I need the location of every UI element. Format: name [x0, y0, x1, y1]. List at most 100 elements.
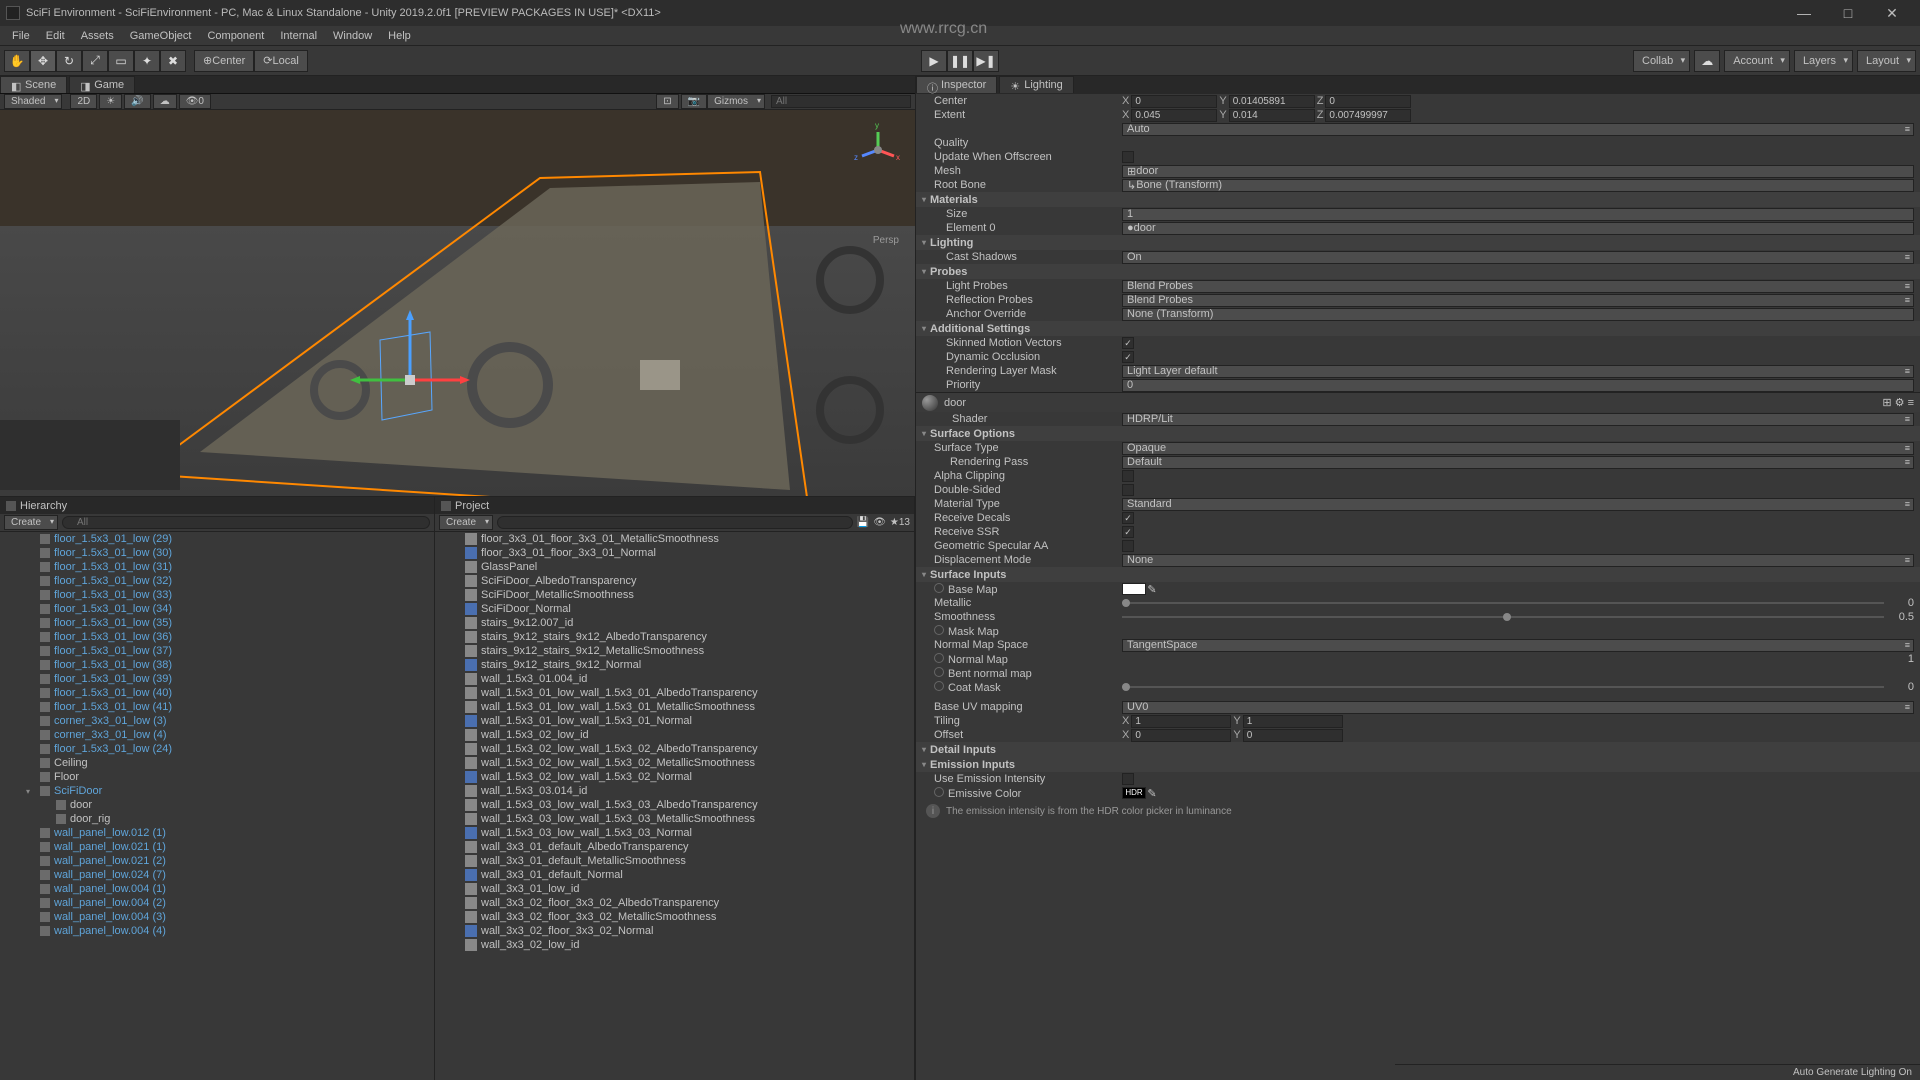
project-vis-icon[interactable]: 👁: [873, 517, 886, 528]
center-z[interactable]: [1325, 95, 1411, 108]
offset-y[interactable]: [1243, 729, 1343, 742]
hierarchy-row[interactable]: floor_1.5x3_01_low (37): [0, 644, 434, 658]
size-field[interactable]: 1: [1122, 208, 1914, 221]
eyedropper-icon[interactable]: ✎: [1146, 583, 1158, 595]
hierarchy-row[interactable]: Ceiling: [0, 756, 434, 770]
menu-assets[interactable]: Assets: [73, 28, 122, 44]
coat-mask-radio[interactable]: [934, 681, 944, 691]
displacement-dropdown[interactable]: None: [1122, 554, 1914, 567]
normal-space-dropdown[interactable]: TangentSpace: [1122, 639, 1914, 652]
reflection-probes-dropdown[interactable]: Blend Probes: [1122, 294, 1914, 307]
space-toggle[interactable]: ⟳Local: [254, 50, 308, 72]
hierarchy-row[interactable]: corner_3x3_01_low (4): [0, 728, 434, 742]
project-row[interactable]: wall_3x3_01_default_AlbedoTransparency: [435, 840, 914, 854]
hierarchy-row[interactable]: wall_panel_low.004 (3): [0, 910, 434, 924]
light-probes-dropdown[interactable]: Blend Probes: [1122, 280, 1914, 293]
project-row[interactable]: SciFiDoor_Normal: [435, 602, 914, 616]
hierarchy-create[interactable]: Create: [4, 515, 58, 530]
hierarchy-list[interactable]: floor_1.5x3_01_low (29)floor_1.5x3_01_lo…: [0, 532, 434, 1080]
use-emission-check[interactable]: [1122, 773, 1134, 785]
move-tool[interactable]: ✥: [30, 50, 56, 72]
hierarchy-row[interactable]: floor_1.5x3_01_low (29): [0, 532, 434, 546]
probes-section[interactable]: Probes: [916, 264, 1920, 279]
additional-section[interactable]: Additional Settings: [916, 321, 1920, 336]
2d-toggle[interactable]: 2D: [70, 94, 97, 109]
menu-window[interactable]: Window: [325, 28, 380, 44]
rendering-pass-dropdown[interactable]: Default: [1122, 456, 1914, 469]
emissive-color-chip[interactable]: HDR: [1122, 787, 1146, 799]
project-row[interactable]: wall_1.5x3_01.004_id: [435, 672, 914, 686]
center-y[interactable]: [1229, 95, 1315, 108]
offset-x[interactable]: [1131, 729, 1231, 742]
tab-game[interactable]: ◨Game: [69, 76, 135, 93]
account-dropdown[interactable]: Account: [1724, 50, 1790, 72]
project-row[interactable]: wall_3x3_01_low_id: [435, 882, 914, 896]
tab-inspector[interactable]: ⓘInspector: [916, 76, 997, 93]
base-uv-dropdown[interactable]: UV0: [1122, 701, 1914, 714]
emissive-color-radio[interactable]: [934, 787, 944, 797]
hierarchy-row[interactable]: floor_1.5x3_01_low (31): [0, 560, 434, 574]
rendering-layer-dropdown[interactable]: Light Layer default: [1122, 365, 1914, 378]
gizmos-dropdown[interactable]: Gizmos: [707, 94, 765, 109]
element0-field[interactable]: ● door: [1122, 222, 1914, 235]
project-row[interactable]: wall_3x3_02_floor_3x3_02_MetallicSmoothn…: [435, 910, 914, 924]
receive-ssr-check[interactable]: ✓: [1122, 526, 1134, 538]
transform-tool[interactable]: ✦: [134, 50, 160, 72]
hierarchy-row[interactable]: wall_panel_low.004 (2): [0, 896, 434, 910]
menu-component[interactable]: Component: [199, 28, 272, 44]
pivot-toggle[interactable]: ⊕Center: [194, 50, 254, 72]
layout-dropdown[interactable]: Layout: [1857, 50, 1916, 72]
priority-field[interactable]: 0: [1122, 379, 1914, 392]
surface-inputs-section[interactable]: Surface Inputs: [916, 567, 1920, 582]
project-row[interactable]: stairs_9x12_stairs_9x12_Normal: [435, 658, 914, 672]
hierarchy-row[interactable]: floor_1.5x3_01_low (24): [0, 742, 434, 756]
light-toggle[interactable]: ☀: [99, 94, 122, 109]
smoothness-slider[interactable]: [1122, 616, 1884, 618]
base-map-radio[interactable]: [934, 583, 944, 593]
project-row[interactable]: wall_1.5x3_02_low_id: [435, 728, 914, 742]
close-button[interactable]: ✕: [1870, 0, 1914, 26]
project-row[interactable]: GlassPanel: [435, 560, 914, 574]
scene-search[interactable]: [771, 95, 911, 108]
hand-tool[interactable]: ✋: [4, 50, 30, 72]
rect-tool[interactable]: ▭: [108, 50, 134, 72]
project-row[interactable]: wall_3x3_02_floor_3x3_02_Normal: [435, 924, 914, 938]
metallic-slider[interactable]: [1122, 602, 1884, 604]
rotate-tool[interactable]: ↻: [56, 50, 82, 72]
pause-button[interactable]: ❚❚: [947, 50, 973, 72]
project-row[interactable]: wall_1.5x3_02_low_wall_1.5x3_02_Metallic…: [435, 756, 914, 770]
hierarchy-row[interactable]: floor_1.5x3_01_low (32): [0, 574, 434, 588]
minimize-button[interactable]: —: [1782, 0, 1826, 26]
hierarchy-row[interactable]: floor_1.5x3_01_low (30): [0, 546, 434, 560]
hierarchy-row[interactable]: floor_1.5x3_01_low (40): [0, 686, 434, 700]
extent-y[interactable]: [1229, 109, 1315, 122]
hierarchy-row[interactable]: SciFiDoor: [0, 784, 434, 798]
hierarchy-row[interactable]: floor_1.5x3_01_low (39): [0, 672, 434, 686]
project-row[interactable]: SciFiDoor_AlbedoTransparency: [435, 574, 914, 588]
auto-dropdown[interactable]: Auto: [1122, 123, 1914, 136]
hierarchy-row[interactable]: wall_panel_low.012 (1): [0, 826, 434, 840]
hierarchy-row[interactable]: floor_1.5x3_01_low (33): [0, 588, 434, 602]
tab-lighting[interactable]: ☀Lighting: [999, 76, 1074, 93]
receive-decals-check[interactable]: ✓: [1122, 512, 1134, 524]
hierarchy-row[interactable]: wall_panel_low.021 (2): [0, 854, 434, 868]
surface-type-dropdown[interactable]: Opaque: [1122, 442, 1914, 455]
project-row[interactable]: wall_1.5x3_02_low_wall_1.5x3_02_Normal: [435, 770, 914, 784]
normal-map-radio[interactable]: [934, 653, 944, 663]
hierarchy-row[interactable]: corner_3x3_01_low (3): [0, 714, 434, 728]
project-row[interactable]: floor_3x3_01_floor_3x3_01_Normal: [435, 546, 914, 560]
project-row[interactable]: stairs_9x12_stairs_9x12_MetallicSmoothne…: [435, 644, 914, 658]
lighting-section[interactable]: Lighting: [916, 235, 1920, 250]
eyedropper2-icon[interactable]: ✎: [1146, 787, 1158, 799]
project-save-icon[interactable]: 💾: [857, 517, 869, 528]
project-row[interactable]: wall_3x3_02_low_id: [435, 938, 914, 952]
detail-inputs-section[interactable]: Detail Inputs: [916, 742, 1920, 757]
center-x[interactable]: [1131, 95, 1217, 108]
extent-x[interactable]: [1131, 109, 1217, 122]
menu-internal[interactable]: Internal: [272, 28, 325, 44]
project-row[interactable]: wall_3x3_02_floor_3x3_02_AlbedoTranspare…: [435, 896, 914, 910]
materials-section[interactable]: Materials: [916, 192, 1920, 207]
menu-file[interactable]: File: [4, 28, 38, 44]
extent-z[interactable]: [1325, 109, 1411, 122]
hierarchy-row[interactable]: floor_1.5x3_01_low (38): [0, 658, 434, 672]
